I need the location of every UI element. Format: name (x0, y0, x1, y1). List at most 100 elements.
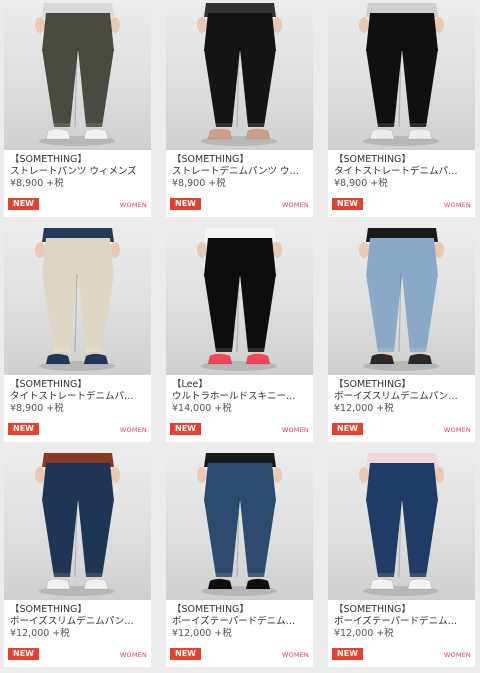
pants-hips (204, 238, 276, 276)
product-brand: 【SOMETHING】 (334, 379, 411, 390)
product-card[interactable]: 【SOMETHING】 ストレートパンツ ウィメンズ ¥8,900 +税 NEW… (4, 3, 151, 217)
right-shoe (245, 578, 271, 590)
right-shoe (83, 578, 109, 590)
product-image[interactable] (166, 3, 313, 150)
product-title[interactable]: ウルトラホールドスキニー… (172, 391, 307, 403)
product-photo-illustration (197, 453, 282, 596)
product-photo-illustration (359, 228, 444, 371)
product-brand: 【Lee】 (172, 379, 208, 390)
gender-label: WOMEN (443, 201, 471, 209)
pants-right-leg (402, 274, 438, 352)
left-shoe (369, 578, 395, 590)
pants-left-leg (366, 49, 402, 127)
right-shoe (83, 353, 109, 365)
product-price: ¥12,000 +税 (10, 628, 70, 639)
product-card[interactable]: 【SOMETHING】 ボーイズスリムデニムパン… ¥12,000 +税 NEW… (328, 228, 475, 442)
new-badge: NEW (170, 198, 201, 210)
pants-right-leg (402, 49, 438, 127)
product-price: ¥12,000 +税 (334, 403, 394, 414)
product-image[interactable] (166, 228, 313, 375)
product-price: ¥8,900 +税 (10, 403, 64, 414)
pants-right-leg (78, 49, 114, 127)
product-price: ¥8,900 +税 (10, 178, 64, 189)
product-price: ¥14,000 +税 (172, 403, 232, 414)
product-title[interactable]: ボーイズスリムデニムパン… (334, 391, 469, 403)
product-photo-illustration (197, 228, 282, 371)
product-image[interactable] (4, 228, 151, 375)
product-brand: 【SOMETHING】 (10, 154, 87, 165)
left-shoe (207, 578, 233, 590)
product-card[interactable]: 【SOMETHING】 タイトストレートデニムパ… ¥8,900 +税 NEW … (4, 228, 151, 442)
gender-label: WOMEN (119, 201, 147, 209)
pants-left-leg (42, 499, 78, 577)
product-price: ¥12,000 +税 (172, 628, 232, 639)
gender-label: WOMEN (119, 426, 147, 434)
product-info: 【Lee】 ウルトラホールドスキニー… ¥14,000 +税 NEW WOMEN (166, 375, 313, 442)
pants-right-leg (240, 499, 276, 577)
product-image[interactable] (4, 453, 151, 600)
product-title[interactable]: ボーイズテーパードデニム… (172, 616, 307, 628)
right-shoe (407, 353, 433, 365)
pants-hips (366, 13, 438, 51)
left-hand (359, 17, 369, 33)
left-hand (359, 467, 369, 483)
product-image[interactable] (4, 3, 151, 150)
product-photo-illustration (359, 453, 444, 596)
new-badge: NEW (8, 198, 39, 210)
left-shoe (45, 128, 71, 140)
new-badge: NEW (8, 648, 39, 660)
product-card[interactable]: 【SOMETHING】 タイトストレートデニムパ… ¥8,900 +税 NEW … (328, 3, 475, 217)
product-info: 【SOMETHING】 ストレートパンツ ウィメンズ ¥8,900 +税 NEW… (4, 150, 151, 217)
product-title[interactable]: タイトストレートデニムパ… (10, 391, 145, 403)
product-title[interactable]: ストレートパンツ ウィメンズ (10, 166, 145, 178)
left-hand (197, 17, 207, 33)
left-hand (359, 242, 369, 258)
gender-label: WOMEN (443, 651, 471, 659)
product-card[interactable]: 【SOMETHING】 ボーイズスリムデニムパン… ¥12,000 +税 NEW… (4, 453, 151, 667)
pants-hips (42, 463, 114, 501)
product-price: ¥8,900 +税 (172, 178, 226, 189)
pants-left-leg (366, 274, 402, 352)
product-image[interactable] (328, 453, 475, 600)
product-card[interactable]: 【Lee】 ウルトラホールドスキニー… ¥14,000 +税 NEW WOMEN (166, 228, 313, 442)
pants-right-leg (240, 49, 276, 127)
product-image[interactable] (328, 3, 475, 150)
product-photo-illustration (197, 3, 282, 146)
product-info: 【SOMETHING】 タイトストレートデニムパ… ¥8,900 +税 NEW … (4, 375, 151, 442)
product-card[interactable]: 【SOMETHING】 ボーイズテーパードデニム… ¥12,000 +税 NEW… (166, 453, 313, 667)
right-shoe (245, 128, 271, 140)
product-card[interactable]: 【SOMETHING】 ボーイズテーパードデニム… ¥12,000 +税 NEW… (328, 453, 475, 667)
gender-label: WOMEN (281, 651, 309, 659)
new-badge: NEW (8, 423, 39, 435)
product-info: 【SOMETHING】 ボーイズスリムデニムパン… ¥12,000 +税 NEW… (328, 375, 475, 442)
left-shoe (45, 578, 71, 590)
pants-left-leg (204, 499, 240, 577)
product-title[interactable]: タイトストレートデニムパ… (334, 166, 469, 178)
product-info: 【SOMETHING】 タイトストレートデニムパ… ¥8,900 +税 NEW … (328, 150, 475, 217)
right-shoe (245, 353, 271, 365)
product-brand: 【SOMETHING】 (334, 154, 411, 165)
product-info: 【SOMETHING】 ボーイズスリムデニムパン… ¥12,000 +税 NEW… (4, 600, 151, 667)
product-brand: 【SOMETHING】 (172, 604, 249, 615)
product-image[interactable] (328, 228, 475, 375)
product-title[interactable]: ストレートデニムパンツ ウ… (172, 166, 307, 178)
pants-right-leg (402, 499, 438, 577)
pants-left-leg (42, 274, 78, 352)
product-photo-illustration (35, 3, 120, 146)
product-card[interactable]: 【SOMETHING】 ストレートデニムパンツ ウ… ¥8,900 +税 NEW… (166, 3, 313, 217)
gender-label: WOMEN (281, 426, 309, 434)
new-badge: NEW (170, 648, 201, 660)
pants-right-leg (78, 274, 114, 352)
left-hand (35, 467, 45, 483)
product-brand: 【SOMETHING】 (334, 604, 411, 615)
product-price: ¥12,000 +税 (334, 628, 394, 639)
product-image[interactable] (166, 453, 313, 600)
product-brand: 【SOMETHING】 (172, 154, 249, 165)
product-title[interactable]: ボーイズスリムデニムパン… (10, 616, 145, 628)
right-shoe (83, 128, 109, 140)
product-photo-illustration (359, 3, 444, 146)
product-title[interactable]: ボーイズテーパードデニム… (334, 616, 469, 628)
pants-hips (204, 13, 276, 51)
product-info: 【SOMETHING】 ボーイズテーパードデニム… ¥12,000 +税 NEW… (328, 600, 475, 667)
right-shoe (407, 578, 433, 590)
